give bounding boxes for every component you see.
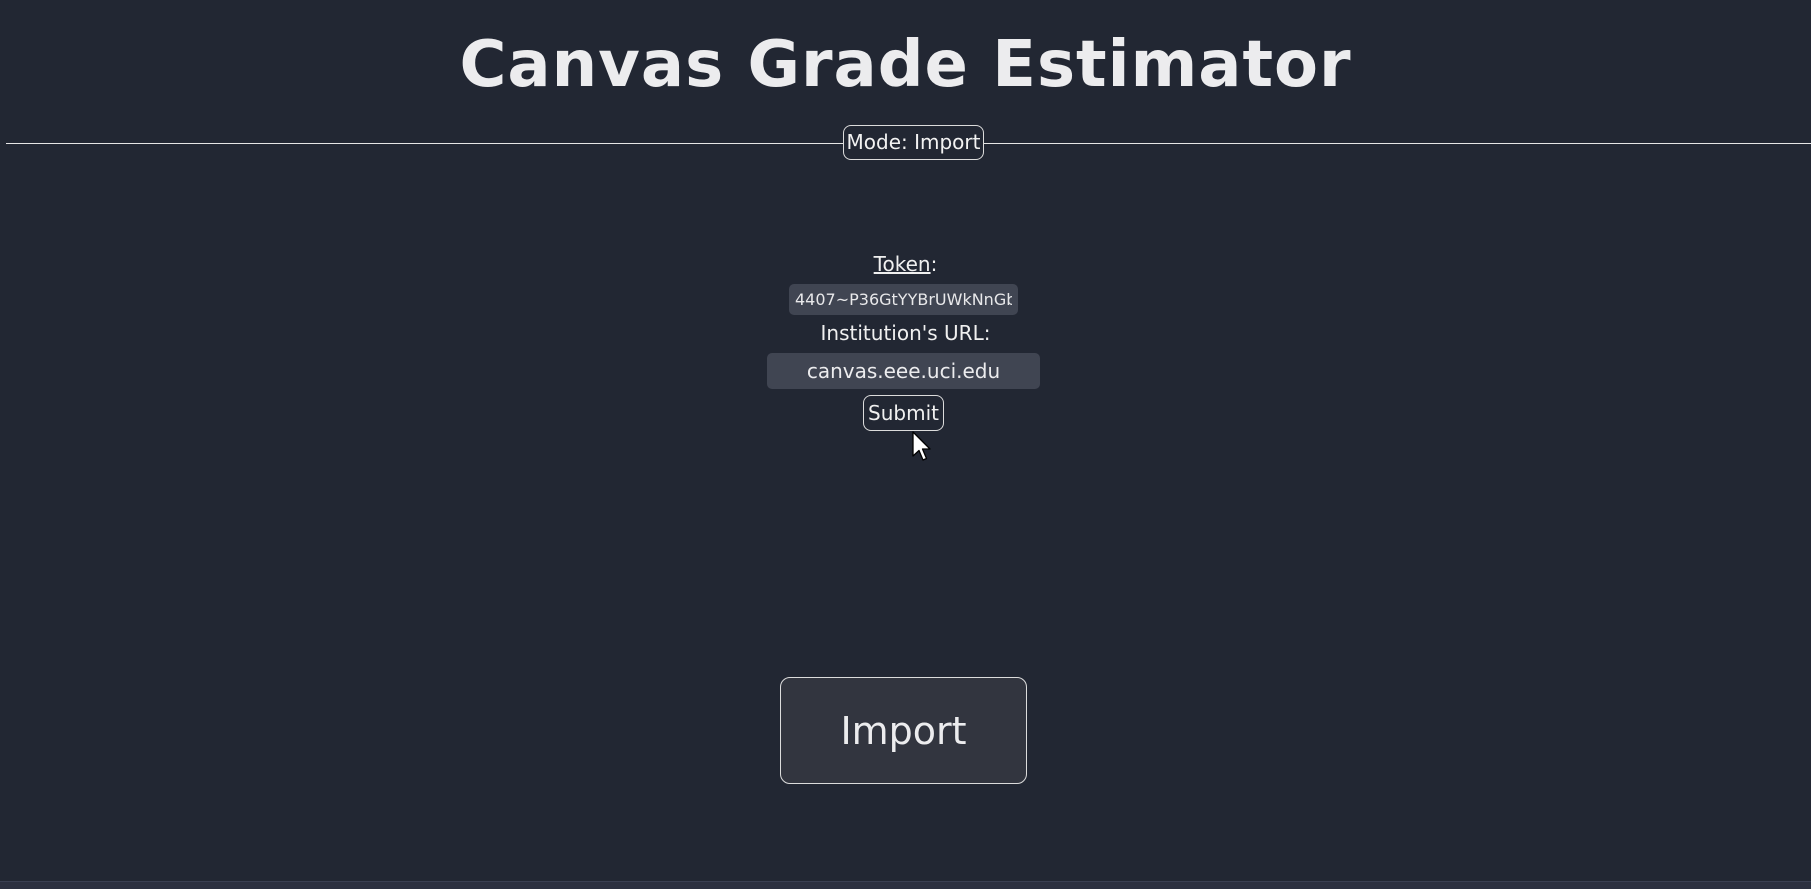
submit-button[interactable]: Submit: [863, 395, 944, 431]
token-input[interactable]: [789, 284, 1018, 315]
institution-url-label: Institution's URL:: [820, 321, 991, 345]
token-label-text: Token: [873, 252, 931, 276]
token-label-colon: :: [930, 252, 938, 276]
import-button[interactable]: Import: [780, 677, 1027, 784]
cursor-icon: [912, 431, 931, 461]
page-title: Canvas Grade Estimator: [459, 28, 1352, 102]
institution-url-input[interactable]: [767, 353, 1040, 389]
token-label: Token:: [0, 251, 1811, 277]
mode-toggle-button[interactable]: Mode: Import: [843, 125, 984, 160]
